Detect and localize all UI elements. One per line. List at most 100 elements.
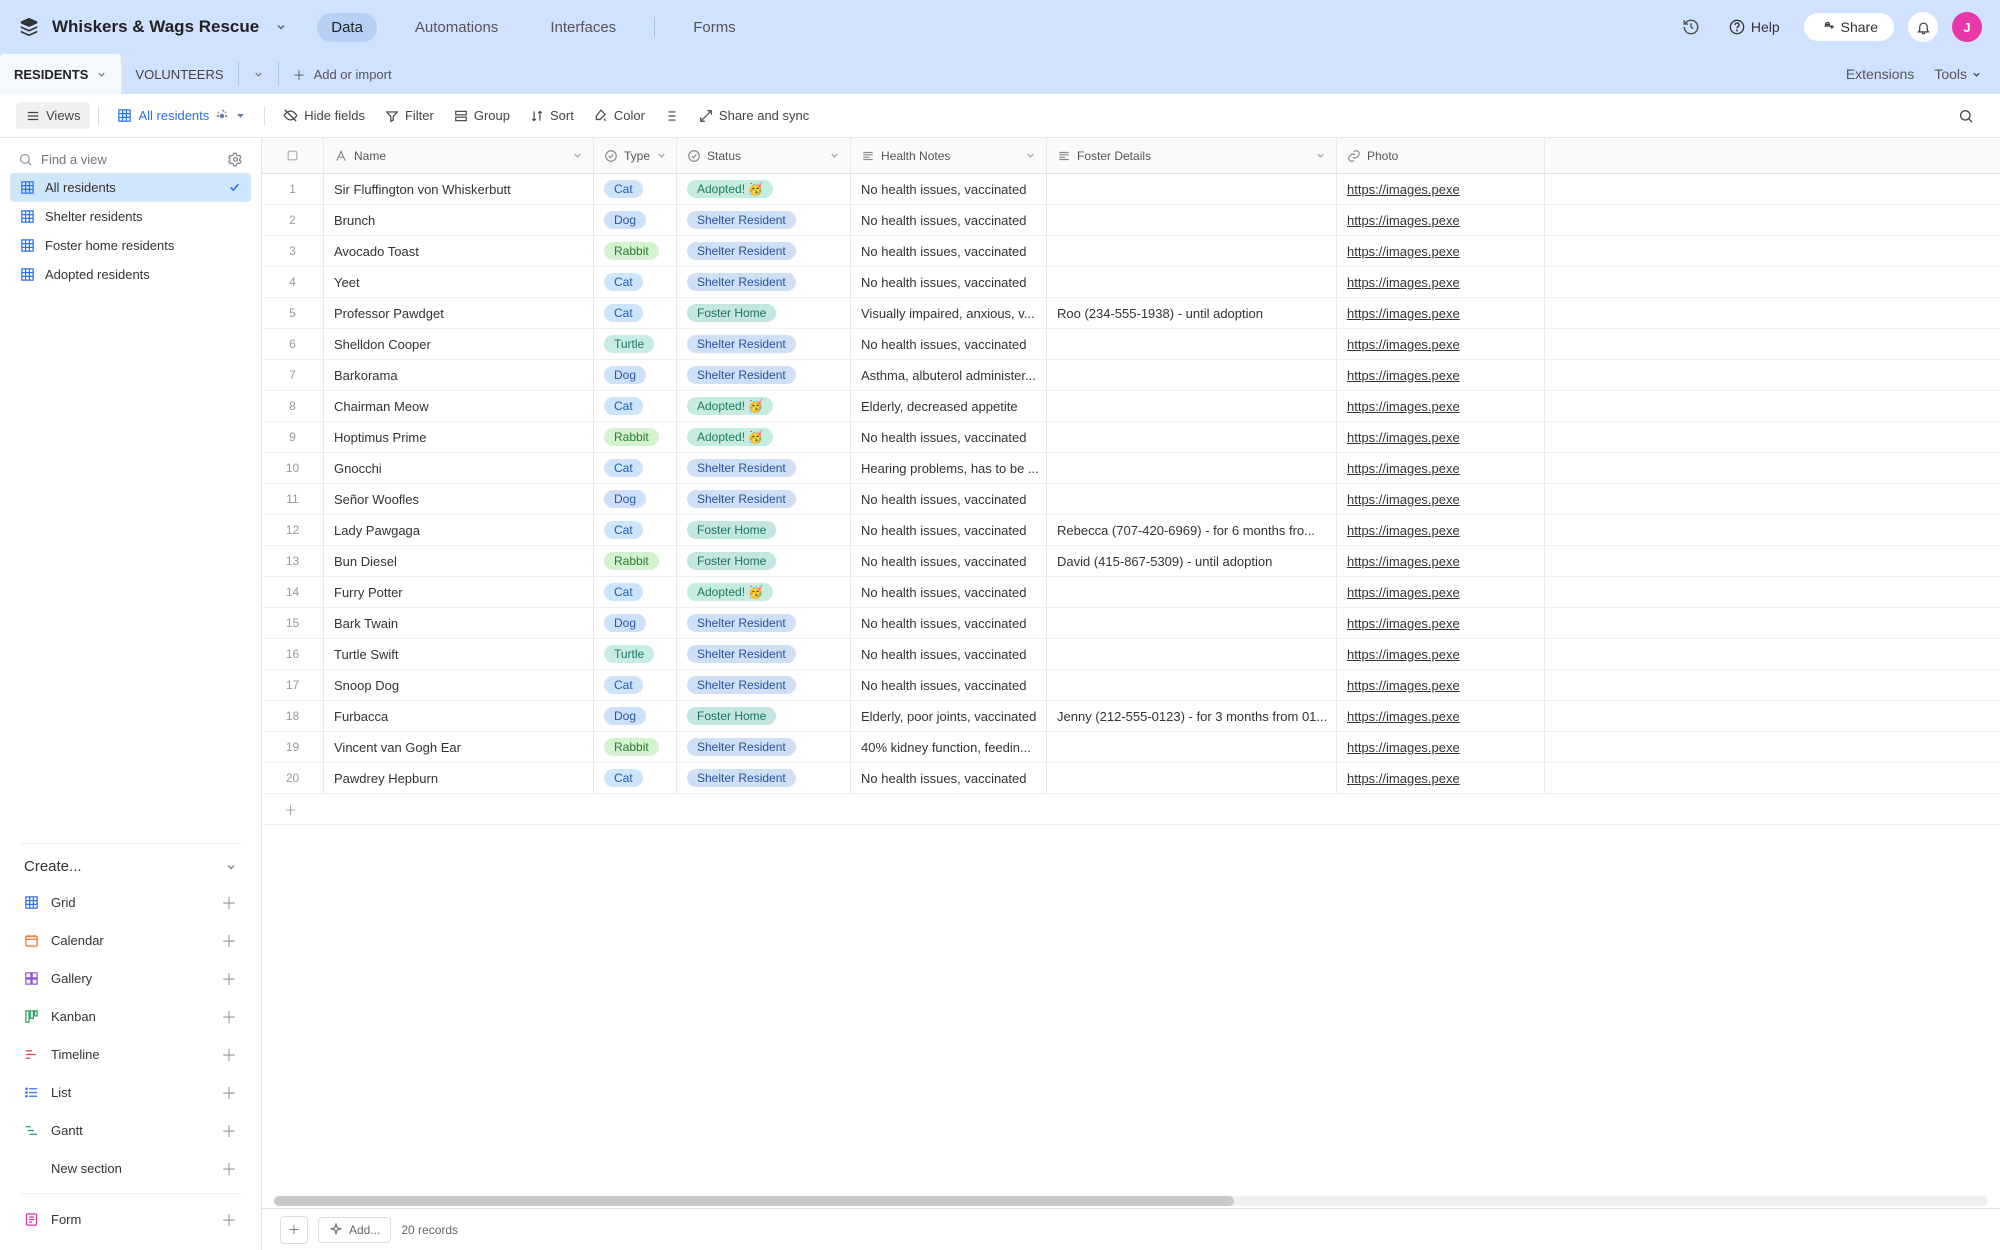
cell-status[interactable]: Adopted! 🥳 — [677, 577, 851, 607]
cell-health[interactable]: No health issues, vaccinated — [851, 577, 1047, 607]
create-calendar[interactable]: Calendar＋ — [14, 921, 247, 959]
cell-photo[interactable]: https://images.pexe — [1337, 577, 1545, 607]
tab-residents[interactable]: RESIDENTS — [0, 54, 121, 94]
table-row[interactable]: 17Snoop DogCatShelter ResidentNo health … — [262, 670, 2000, 701]
cell-name[interactable]: Barkorama — [324, 360, 594, 390]
cell-type[interactable]: Turtle — [594, 329, 677, 359]
cell-foster[interactable]: David (415-867-5309) - until adoption — [1047, 546, 1337, 576]
group-button[interactable]: Group — [444, 102, 520, 129]
cell-status[interactable]: Adopted! 🥳 — [677, 422, 851, 452]
chevron-down-icon[interactable] — [96, 69, 107, 80]
cell-foster[interactable] — [1047, 267, 1337, 297]
cell-status[interactable]: Shelter Resident — [677, 453, 851, 483]
cell-name[interactable]: Gnocchi — [324, 453, 594, 483]
cell-photo[interactable]: https://images.pexe — [1337, 546, 1545, 576]
table-row[interactable]: 13Bun DieselRabbitFoster HomeNo health i… — [262, 546, 2000, 577]
cell-health[interactable]: No health issues, vaccinated — [851, 546, 1047, 576]
cell-health[interactable]: No health issues, vaccinated — [851, 422, 1047, 452]
view-item[interactable]: All residents — [10, 173, 251, 202]
cell-name[interactable]: Bun Diesel — [324, 546, 594, 576]
cell-photo[interactable]: https://images.pexe — [1337, 608, 1545, 638]
cell-health[interactable]: No health issues, vaccinated — [851, 670, 1047, 700]
cell-status[interactable]: Adopted! 🥳 — [677, 174, 851, 204]
cell-name[interactable]: Avocado Toast — [324, 236, 594, 266]
find-view-input[interactable] — [41, 152, 220, 167]
table-row[interactable]: 14Furry PotterCatAdopted! 🥳No health iss… — [262, 577, 2000, 608]
notifications-button[interactable] — [1908, 12, 1938, 42]
nav-data[interactable]: Data — [317, 13, 377, 42]
cell-foster[interactable] — [1047, 329, 1337, 359]
table-row[interactable]: 10GnocchiCatShelter ResidentHearing prob… — [262, 453, 2000, 484]
table-row[interactable]: 12Lady PawgagaCatFoster HomeNo health is… — [262, 515, 2000, 546]
cell-name[interactable]: Hoptimus Prime — [324, 422, 594, 452]
cell-foster[interactable] — [1047, 391, 1337, 421]
add-import-button[interactable]: ＋ Add or import — [279, 54, 406, 94]
cell-type[interactable]: Rabbit — [594, 422, 677, 452]
new-section-button[interactable]: New section ＋ — [14, 1149, 247, 1187]
cell-health[interactable]: No health issues, vaccinated — [851, 763, 1047, 793]
chevron-down-icon[interactable] — [1025, 150, 1036, 161]
cell-health[interactable]: No health issues, vaccinated — [851, 608, 1047, 638]
cell-foster[interactable] — [1047, 484, 1337, 514]
cell-name[interactable]: Sir Fluffington von Whiskerbutt — [324, 174, 594, 204]
col-health[interactable]: Health Notes — [851, 138, 1047, 173]
create-gallery[interactable]: Gallery＋ — [14, 959, 247, 997]
col-name[interactable]: Name — [324, 138, 594, 173]
table-row[interactable]: 5Professor PawdgetCatFoster HomeVisually… — [262, 298, 2000, 329]
cell-status[interactable]: Shelter Resident — [677, 329, 851, 359]
nav-automations[interactable]: Automations — [401, 13, 512, 42]
cell-name[interactable]: Señor Woofles — [324, 484, 594, 514]
col-type[interactable]: Type — [594, 138, 677, 173]
cell-type[interactable]: Dog — [594, 608, 677, 638]
nav-forms[interactable]: Forms — [679, 13, 750, 42]
cell-type[interactable]: Cat — [594, 670, 677, 700]
cell-foster[interactable] — [1047, 639, 1337, 669]
cell-status[interactable]: Shelter Resident — [677, 236, 851, 266]
cell-name[interactable]: Brunch — [324, 205, 594, 235]
chevron-down-icon[interactable] — [656, 150, 667, 161]
col-status[interactable]: Status — [677, 138, 851, 173]
history-icon[interactable] — [1677, 13, 1705, 41]
cell-health[interactable]: No health issues, vaccinated — [851, 329, 1047, 359]
cell-type[interactable]: Cat — [594, 763, 677, 793]
cell-health[interactable]: No health issues, vaccinated — [851, 236, 1047, 266]
cell-type[interactable]: Cat — [594, 298, 677, 328]
cell-status[interactable]: Shelter Resident — [677, 639, 851, 669]
add-row[interactable]: ＋ — [262, 794, 2000, 825]
share-sync-button[interactable]: Share and sync — [689, 102, 819, 129]
filter-button[interactable]: Filter — [375, 102, 444, 129]
cell-photo[interactable]: https://images.pexe — [1337, 763, 1545, 793]
cell-photo[interactable]: https://images.pexe — [1337, 639, 1545, 669]
view-item[interactable]: Adopted residents — [10, 260, 251, 289]
cell-type[interactable]: Cat — [594, 174, 677, 204]
cell-health[interactable]: Elderly, decreased appetite — [851, 391, 1047, 421]
cell-photo[interactable]: https://images.pexe — [1337, 236, 1545, 266]
cell-name[interactable]: Bark Twain — [324, 608, 594, 638]
table-row[interactable]: 19Vincent van Gogh EarRabbitShelter Resi… — [262, 732, 2000, 763]
cell-photo[interactable]: https://images.pexe — [1337, 360, 1545, 390]
cell-status[interactable]: Foster Home — [677, 546, 851, 576]
cell-health[interactable]: Visually impaired, anxious, v... — [851, 298, 1047, 328]
sort-button[interactable]: Sort — [520, 102, 584, 129]
cell-type[interactable]: Turtle — [594, 639, 677, 669]
avatar[interactable]: J — [1952, 12, 1982, 42]
table-row[interactable]: 18FurbaccaDogFoster HomeElderly, poor jo… — [262, 701, 2000, 732]
cell-photo[interactable]: https://images.pexe — [1337, 422, 1545, 452]
cell-foster[interactable]: Jenny (212-555-0123) - for 3 months from… — [1047, 701, 1337, 731]
cell-status[interactable]: Shelter Resident — [677, 732, 851, 762]
tools-button[interactable]: Tools — [1934, 66, 1982, 82]
cell-foster[interactable]: Roo (234-555-1938) - until adoption — [1047, 298, 1337, 328]
cell-foster[interactable] — [1047, 608, 1337, 638]
horizontal-scrollbar[interactable] — [274, 1196, 1988, 1206]
extensions-button[interactable]: Extensions — [1846, 66, 1914, 82]
color-button[interactable]: Color — [584, 102, 655, 129]
cell-photo[interactable]: https://images.pexe — [1337, 515, 1545, 545]
cell-name[interactable]: Yeet — [324, 267, 594, 297]
view-item[interactable]: Foster home residents — [10, 231, 251, 260]
cell-status[interactable]: Shelter Resident — [677, 670, 851, 700]
table-row[interactable]: 7BarkoramaDogShelter ResidentAsthma, alb… — [262, 360, 2000, 391]
chevron-down-icon[interactable] — [829, 150, 840, 161]
table-row[interactable]: 4YeetCatShelter ResidentNo health issues… — [262, 267, 2000, 298]
cell-photo[interactable]: https://images.pexe — [1337, 174, 1545, 204]
cell-foster[interactable] — [1047, 174, 1337, 204]
